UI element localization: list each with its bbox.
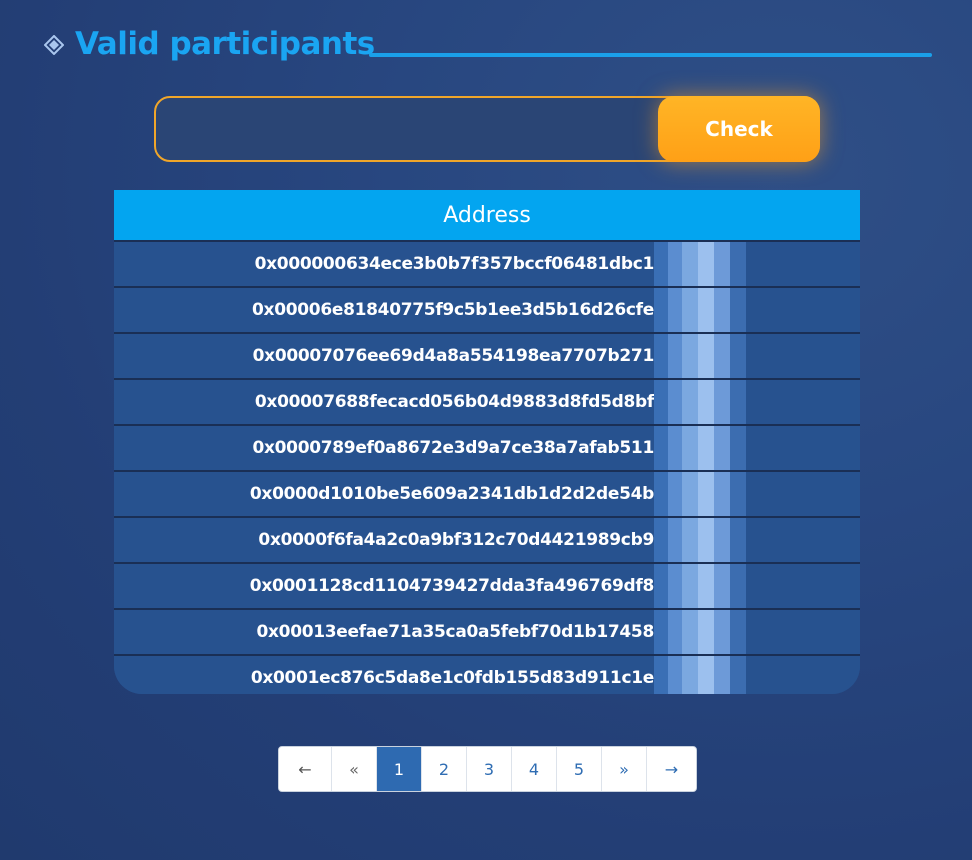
pagination: ← « 1 2 3 4 5 » → bbox=[278, 746, 697, 792]
address-cell: 0x0000f6fa4a2c0a9bf312c70d4421989cb9 bbox=[258, 530, 654, 550]
table-row: 0x00013eefae71a35ca0a5febf70d1b17458 bbox=[114, 608, 860, 654]
address-cell: 0x0000789ef0a8672e3d9a7ce38a7afab511 bbox=[252, 438, 654, 458]
table-row: 0x0001128cd1104739427dda3fa496769df8 bbox=[114, 562, 860, 608]
redaction-mosaic bbox=[654, 288, 758, 332]
address-cell: 0x00007076ee69d4a8a554198ea7707b271 bbox=[252, 346, 654, 366]
redaction-mosaic bbox=[654, 380, 758, 424]
redaction-mosaic bbox=[654, 518, 758, 562]
page-button-5[interactable]: 5 bbox=[556, 747, 601, 791]
page-button-4[interactable]: 4 bbox=[511, 747, 556, 791]
table-header: Address bbox=[114, 190, 860, 240]
redaction-mosaic bbox=[654, 656, 758, 694]
table-row: 0x00007688fecacd056b04d9883d8fd5d8bf bbox=[114, 378, 860, 424]
redaction-mosaic bbox=[654, 334, 758, 378]
table-row: 0x000000634ece3b0b7f357bccf06481dbc1 bbox=[114, 240, 860, 286]
table-row: 0x0000d1010be5e609a2341db1d2d2de54b bbox=[114, 470, 860, 516]
redaction-mosaic bbox=[654, 472, 758, 516]
section-header: Valid participants bbox=[40, 24, 932, 68]
last-page-button[interactable]: → bbox=[646, 747, 696, 791]
address-cell: 0x0001128cd1104739427dda3fa496769df8 bbox=[249, 576, 654, 596]
page-button-1[interactable]: 1 bbox=[376, 747, 421, 791]
redaction-mosaic bbox=[654, 610, 758, 654]
page-button-3[interactable]: 3 bbox=[466, 747, 511, 791]
redaction-mosaic bbox=[654, 242, 758, 286]
table-row: 0x00007076ee69d4a8a554198ea7707b271 bbox=[114, 332, 860, 378]
check-button[interactable]: Check bbox=[658, 96, 820, 162]
page-button-2[interactable]: 2 bbox=[421, 747, 466, 791]
address-input[interactable] bbox=[170, 98, 650, 160]
address-cell: 0x000000634ece3b0b7f357bccf06481dbc1 bbox=[254, 254, 654, 274]
participants-table: Address 0x000000634ece3b0b7f357bccf06481… bbox=[114, 190, 860, 694]
table-row: 0x0001ec876c5da8e1c0fdb155d83d911c1e bbox=[114, 654, 860, 694]
address-cell: 0x0001ec876c5da8e1c0fdb155d83d911c1e bbox=[250, 668, 654, 688]
title-underline bbox=[369, 53, 932, 57]
page-title: Valid participants bbox=[75, 26, 375, 62]
diamond-icon bbox=[44, 35, 64, 55]
address-cell: 0x0000d1010be5e609a2341db1d2d2de54b bbox=[249, 484, 654, 504]
first-page-button[interactable]: ← bbox=[279, 747, 331, 791]
redaction-mosaic bbox=[654, 564, 758, 608]
table-row: 0x00006e81840775f9c5b1ee3d5b16d26cfe bbox=[114, 286, 860, 332]
table-row: 0x0000789ef0a8672e3d9a7ce38a7afab511 bbox=[114, 424, 860, 470]
address-cell: 0x00013eefae71a35ca0a5febf70d1b17458 bbox=[256, 622, 654, 642]
address-cell: 0x00006e81840775f9c5b1ee3d5b16d26cfe bbox=[252, 300, 654, 320]
prev-page-button[interactable]: « bbox=[331, 747, 376, 791]
table-row: 0x0000f6fa4a2c0a9bf312c70d4421989cb9 bbox=[114, 516, 860, 562]
address-cell: 0x00007688fecacd056b04d9883d8fd5d8bf bbox=[254, 392, 654, 412]
next-page-button[interactable]: » bbox=[601, 747, 646, 791]
redaction-mosaic bbox=[654, 426, 758, 470]
address-search: Check bbox=[154, 96, 820, 162]
